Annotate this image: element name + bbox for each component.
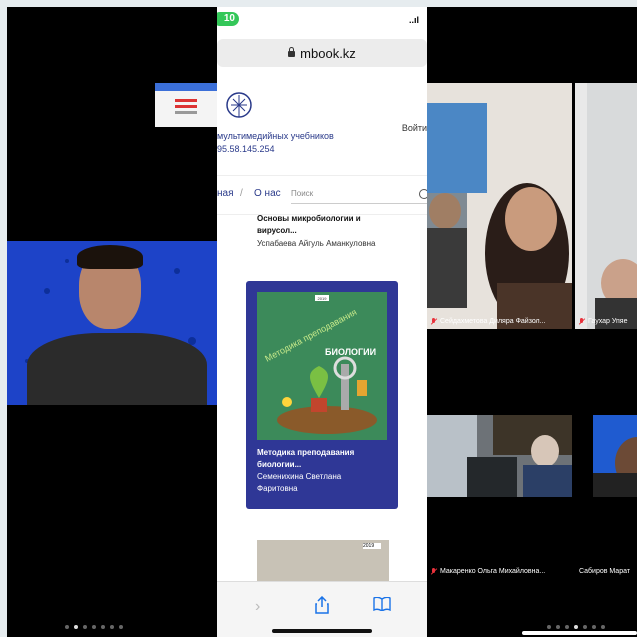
site-header <box>217 75 427 175</box>
participant-video <box>427 415 572 497</box>
speaker-hair <box>77 245 143 269</box>
search-icon[interactable] <box>419 189 427 199</box>
participant-video <box>593 415 637 497</box>
participant-name-text: Сейдахметова Диляра Файзол... <box>440 318 546 325</box>
left-video-panel <box>7 7 217 637</box>
dot-active <box>74 625 78 629</box>
book-author: Успабаева Айгуль Аманкуловна <box>257 239 376 248</box>
breadcrumb-separator: / <box>240 188 243 199</box>
thumbnail-header <box>155 83 217 91</box>
breadcrumb-main[interactable]: ная <box>217 188 234 199</box>
breadcrumb: ная / О нас Поиск <box>217 175 427 215</box>
participant-tile[interactable]: Сабиров Марат <box>575 333 637 579</box>
participant-tile[interactable]: Макаренко Ольга Михайловна... <box>427 333 572 579</box>
book-card[interactable]: 2019 Методика преподавания БИОЛОГИИ Мето… <box>246 281 398 509</box>
home-indicator[interactable] <box>272 629 372 633</box>
participant-name: Макаренко Ольга Михайловна... <box>431 568 545 575</box>
cover-title: БИОЛОГИИ <box>325 347 376 357</box>
dot-active <box>574 625 578 629</box>
book-item[interactable]: Основы микробиологии и вирусол... Успаба… <box>257 213 376 248</box>
thumbnail-line <box>175 105 197 108</box>
dot <box>83 625 87 629</box>
thumbnail-line <box>175 99 197 102</box>
dot <box>65 625 69 629</box>
dot <box>101 625 105 629</box>
page-dots <box>547 625 605 629</box>
zoom-gallery: Сейдахметова Диляра Файзол... Гаухар Упя… <box>427 7 637 637</box>
participant-tile[interactable]: Гаухар Упяе <box>575 83 637 329</box>
brain-logo-icon[interactable] <box>225 91 253 121</box>
muted-mic-icon <box>431 568 437 575</box>
chevron-right-icon[interactable]: › <box>255 598 260 616</box>
shared-screen-thumbnail[interactable] <box>155 83 217 127</box>
card-author-line1: Семенихина Светлана <box>257 472 342 481</box>
site-title: мультимедийных учебников <box>217 131 334 141</box>
muted-mic-icon <box>579 318 585 325</box>
dot <box>583 625 587 629</box>
battery-indicator: 10 <box>217 12 239 26</box>
search-input[interactable]: Поиск <box>291 185 427 204</box>
signal-icon: ..ıl <box>408 15 419 25</box>
speaker-video <box>7 241 217 405</box>
dot <box>565 625 569 629</box>
card-title: Методика преподавания биологии... <box>257 447 389 471</box>
participant-video <box>575 83 637 329</box>
thumbnail-line <box>175 111 197 114</box>
participant-video <box>427 83 572 329</box>
cover-illustration: 2019 Методика преподавания БИОЛОГИИ <box>257 292 387 440</box>
card-author: Семенихина Светлана Фаритовна <box>257 471 389 495</box>
participant-name-text: Сабиров Марат <box>579 568 631 575</box>
page-dots <box>65 625 123 629</box>
cover-year: 2019 <box>318 296 328 301</box>
dot <box>547 625 551 629</box>
participant-tile[interactable]: Сейдахметова Диляра Файзол... <box>427 83 572 329</box>
site-phone: 95.58.145.254 <box>217 144 275 154</box>
participant-name: Сейдахметова Диляра Файзол... <box>431 318 545 325</box>
address-bar[interactable]: mbook.kz <box>217 39 427 67</box>
participant-name: Гаухар Упяе <box>579 318 627 325</box>
book-title: Основы микробиологии и <box>257 214 361 223</box>
breadcrumb-about[interactable]: О нас <box>254 188 281 199</box>
share-icon[interactable] <box>314 596 330 614</box>
dot <box>110 625 114 629</box>
speaker-shirt <box>27 333 207 405</box>
book-icon[interactable] <box>373 597 391 611</box>
dot <box>601 625 605 629</box>
participant-name-text: Макаренко Ольга Михайловна... <box>440 568 546 575</box>
dot <box>92 625 96 629</box>
card-author-line2: Фаритовна <box>257 484 298 493</box>
dot <box>556 625 560 629</box>
card-title-line2: биологии... <box>257 460 302 469</box>
phone-browser: 10 ..ıl mbook.kz мультимедийных учебнико… <box>217 7 427 637</box>
participant-name: Сабиров Марат <box>579 568 630 575</box>
login-link[interactable]: Войти <box>402 123 427 133</box>
participant-name-text: Гаухар Упяе <box>588 318 628 325</box>
home-indicator[interactable] <box>522 631 637 635</box>
book-title-2: вирусол... <box>257 226 297 235</box>
muted-mic-icon <box>431 318 437 325</box>
dot <box>592 625 596 629</box>
book-cover[interactable]: 2019 Методика преподавания БИОЛОГИИ <box>257 292 387 440</box>
url-text: mbook.kz <box>300 45 356 61</box>
lock-icon <box>288 47 296 57</box>
search-placeholder: Поиск <box>291 189 314 198</box>
status-bar: 10 ..ıl <box>217 7 427 35</box>
card-title-line1: Методика преподавания <box>257 448 355 457</box>
dot <box>119 625 123 629</box>
cover-year-2: 2019 <box>363 543 381 549</box>
